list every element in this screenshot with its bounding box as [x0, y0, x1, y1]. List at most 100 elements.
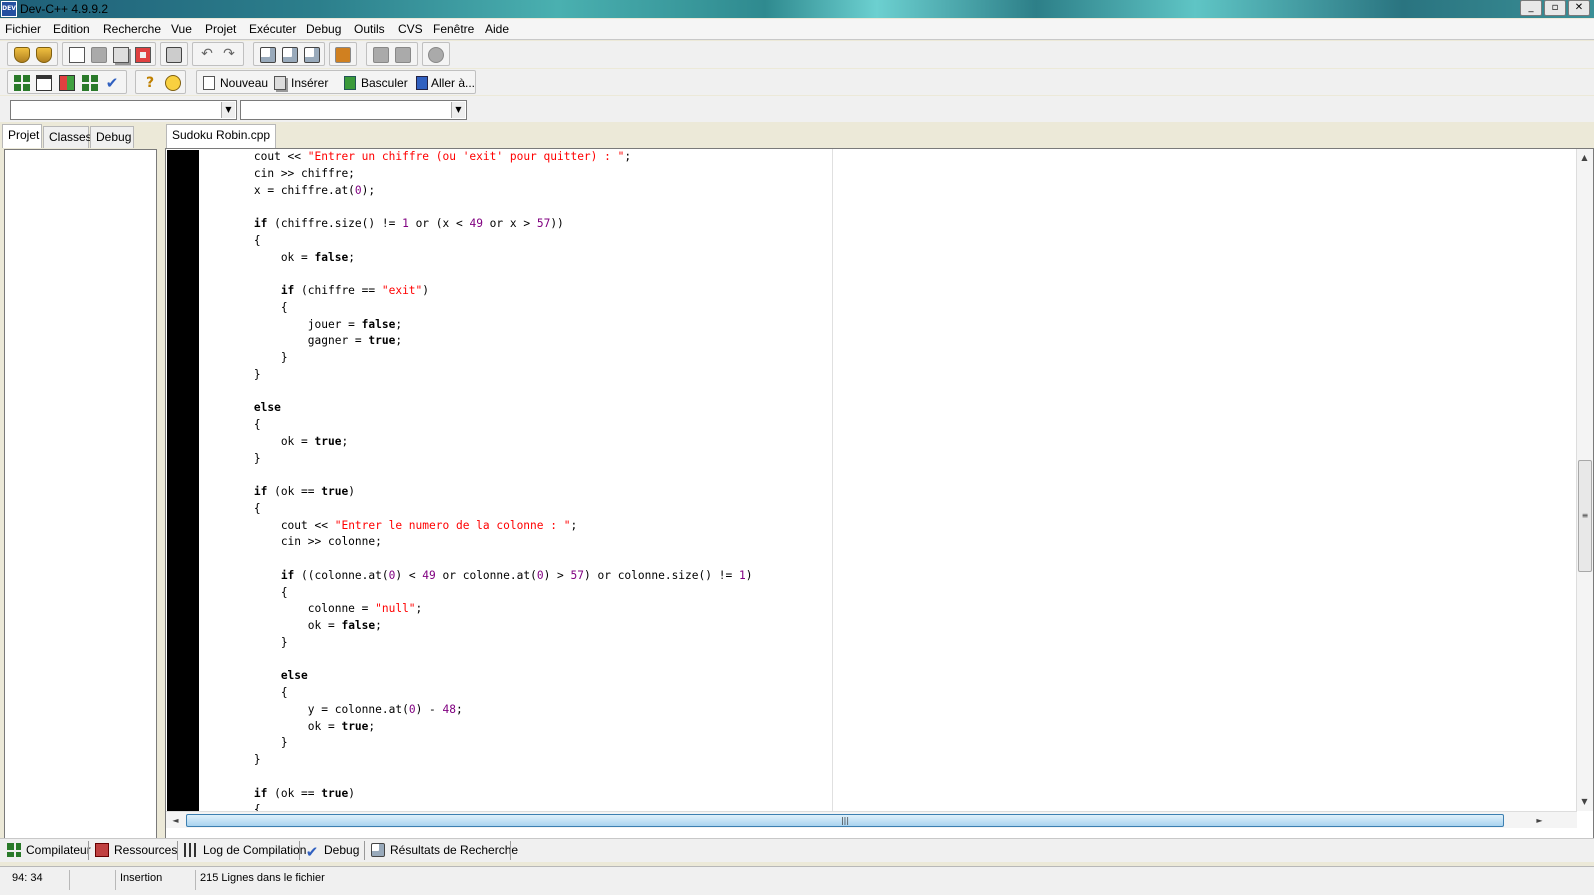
replace-icon[interactable]	[282, 47, 298, 63]
tab-resultats[interactable]: Résultats de Recherche	[371, 841, 518, 861]
new-file-icon[interactable]	[69, 47, 85, 63]
unindent-icon[interactable]	[395, 47, 411, 63]
editor-gutter[interactable]	[167, 150, 199, 812]
close-file-icon[interactable]	[135, 47, 151, 63]
code-line[interactable]: if (chiffre.size() != 1 or (x < 49 or x …	[200, 216, 1560, 233]
scroll-up-icon[interactable]: ▲	[1577, 150, 1592, 165]
chevron-down-icon[interactable]: ▼	[451, 102, 465, 118]
code-editor[interactable]: cout << "Entrer un chiffre (ou 'exit' po…	[165, 148, 1594, 847]
menu-fichier[interactable]: Fichier	[5, 22, 41, 36]
chevron-down-icon[interactable]: ▼	[221, 102, 235, 118]
vertical-scroll-thumb[interactable]: ≡	[1578, 460, 1592, 572]
menu-debug[interactable]: Debug	[306, 22, 341, 36]
code-line[interactable]: if ((colonne.at(0) < 49 or colonne.at(0)…	[200, 568, 1560, 585]
about-icon[interactable]	[165, 75, 181, 91]
code-line[interactable]: {	[200, 802, 1560, 811]
code-line[interactable]	[200, 467, 1560, 484]
code-line[interactable]: {	[200, 685, 1560, 702]
minimize-button[interactable]: _	[1520, 0, 1542, 16]
code-line[interactable]	[200, 551, 1560, 568]
code-line[interactable]: ok = true;	[200, 719, 1560, 736]
code-line[interactable]: }	[200, 735, 1560, 752]
tab-compilateur[interactable]: Compilateur	[7, 841, 91, 861]
compile-icon[interactable]	[14, 75, 30, 91]
code-line[interactable]: cin >> chiffre;	[200, 166, 1560, 183]
code-line[interactable]: if (ok == true)	[200, 786, 1560, 803]
undo-icon[interactable]: ↶	[199, 47, 215, 63]
inserer-button[interactable]: Insérer	[291, 76, 328, 90]
code-line[interactable]: gagner = true;	[200, 333, 1560, 350]
run-icon[interactable]	[36, 75, 52, 91]
toggle-icon[interactable]	[428, 47, 444, 63]
title-bar[interactable]: DEV Dev-C++ 4.9.9.2 _ ▫ ✕	[0, 0, 1594, 18]
vertical-scrollbar[interactable]: ▲ ≡ ▼	[1576, 149, 1593, 811]
help-icon[interactable]: ?	[142, 75, 158, 91]
code-line[interactable]: {	[200, 501, 1560, 518]
code-line[interactable]: if (ok == true)	[200, 484, 1560, 501]
code-line[interactable]: else	[200, 400, 1560, 417]
horizontal-scrollbar[interactable]: ◄ ||| ►	[166, 811, 1577, 828]
code-line[interactable]: ok = false;	[200, 618, 1560, 635]
code-line[interactable]: }	[200, 451, 1560, 468]
menu-vue[interactable]: Vue	[171, 22, 192, 36]
menu-recherche[interactable]: Recherche	[103, 22, 161, 36]
code-line[interactable]: cin >> colonne;	[200, 534, 1560, 551]
code-line[interactable]: ok = true;	[200, 434, 1560, 451]
code-line[interactable]	[200, 266, 1560, 283]
code-line[interactable]: jouer = false;	[200, 317, 1560, 334]
menu-cvs[interactable]: CVS	[398, 22, 423, 36]
menu-outils[interactable]: Outils	[354, 22, 385, 36]
code-line[interactable]: colonne = "null";	[200, 601, 1560, 618]
save-project-icon[interactable]	[36, 47, 52, 63]
scroll-right-icon[interactable]: ►	[1532, 813, 1547, 828]
code-line[interactable]: y = colonne.at(0) - 48;	[200, 702, 1560, 719]
scroll-left-icon[interactable]: ◄	[168, 813, 183, 828]
save-all-icon[interactable]	[113, 47, 129, 63]
code-line[interactable]: {	[200, 233, 1560, 250]
menu-fenetre[interactable]: Fenêtre	[433, 22, 474, 36]
code-line[interactable]: x = chiffre.at(0);	[200, 183, 1560, 200]
find-icon[interactable]	[260, 47, 276, 63]
rebuild-icon[interactable]	[82, 75, 98, 91]
member-combo[interactable]: ▼	[240, 100, 467, 120]
compile-run-icon[interactable]	[59, 75, 75, 91]
maximize-button[interactable]: ▫	[1544, 0, 1566, 16]
goto-line-icon[interactable]	[335, 47, 351, 63]
tab-classes[interactable]: Classes	[43, 126, 92, 148]
project-tree[interactable]	[4, 149, 157, 845]
check-syntax-icon[interactable]: ✔	[104, 75, 120, 91]
redo-icon[interactable]: ↷	[221, 47, 237, 63]
tab-log-compilation[interactable]: Log de Compilation	[184, 841, 306, 861]
code-line[interactable]: cout << "Entrer le numero de la colonne …	[200, 518, 1560, 535]
code-line[interactable]: {	[200, 300, 1560, 317]
print-icon[interactable]	[166, 47, 182, 63]
close-button[interactable]: ✕	[1568, 0, 1590, 16]
code-line[interactable]: {	[200, 417, 1560, 434]
code-line[interactable]: else	[200, 668, 1560, 685]
tab-debug[interactable]: Debug	[90, 126, 134, 148]
code-line[interactable]: }	[200, 350, 1560, 367]
code-line[interactable]: ok = false;	[200, 250, 1560, 267]
open-project-icon[interactable]	[14, 47, 30, 63]
code-line[interactable]: cout << "Entrer un chiffre (ou 'exit' po…	[200, 149, 1560, 166]
class-combo[interactable]: ▼	[10, 100, 237, 120]
code-line[interactable]: }	[200, 635, 1560, 652]
scroll-down-icon[interactable]: ▼	[1577, 794, 1592, 809]
code-area[interactable]: cout << "Entrer un chiffre (ou 'exit' po…	[200, 149, 1560, 811]
basculer-button[interactable]: Basculer	[361, 76, 408, 90]
tab-file-sudoku[interactable]: Sudoku Robin.cpp	[166, 124, 277, 148]
tab-projet[interactable]: Projet	[2, 124, 42, 148]
find-next-icon[interactable]	[304, 47, 320, 63]
save-file-icon[interactable]	[91, 47, 107, 63]
menu-executer[interactable]: Exécuter	[249, 22, 296, 36]
menu-projet[interactable]: Projet	[205, 22, 236, 36]
menu-aide[interactable]: Aide	[485, 22, 509, 36]
code-line[interactable]	[200, 199, 1560, 216]
tab-debug-bottom[interactable]: ✔ Debug	[305, 841, 360, 861]
code-line[interactable]	[200, 652, 1560, 669]
code-line[interactable]	[200, 384, 1560, 401]
code-line[interactable]: }	[200, 367, 1560, 384]
code-line[interactable]: {	[200, 585, 1560, 602]
tab-ressources[interactable]: Ressources	[95, 841, 177, 861]
horizontal-scroll-thumb[interactable]: |||	[186, 814, 1504, 827]
